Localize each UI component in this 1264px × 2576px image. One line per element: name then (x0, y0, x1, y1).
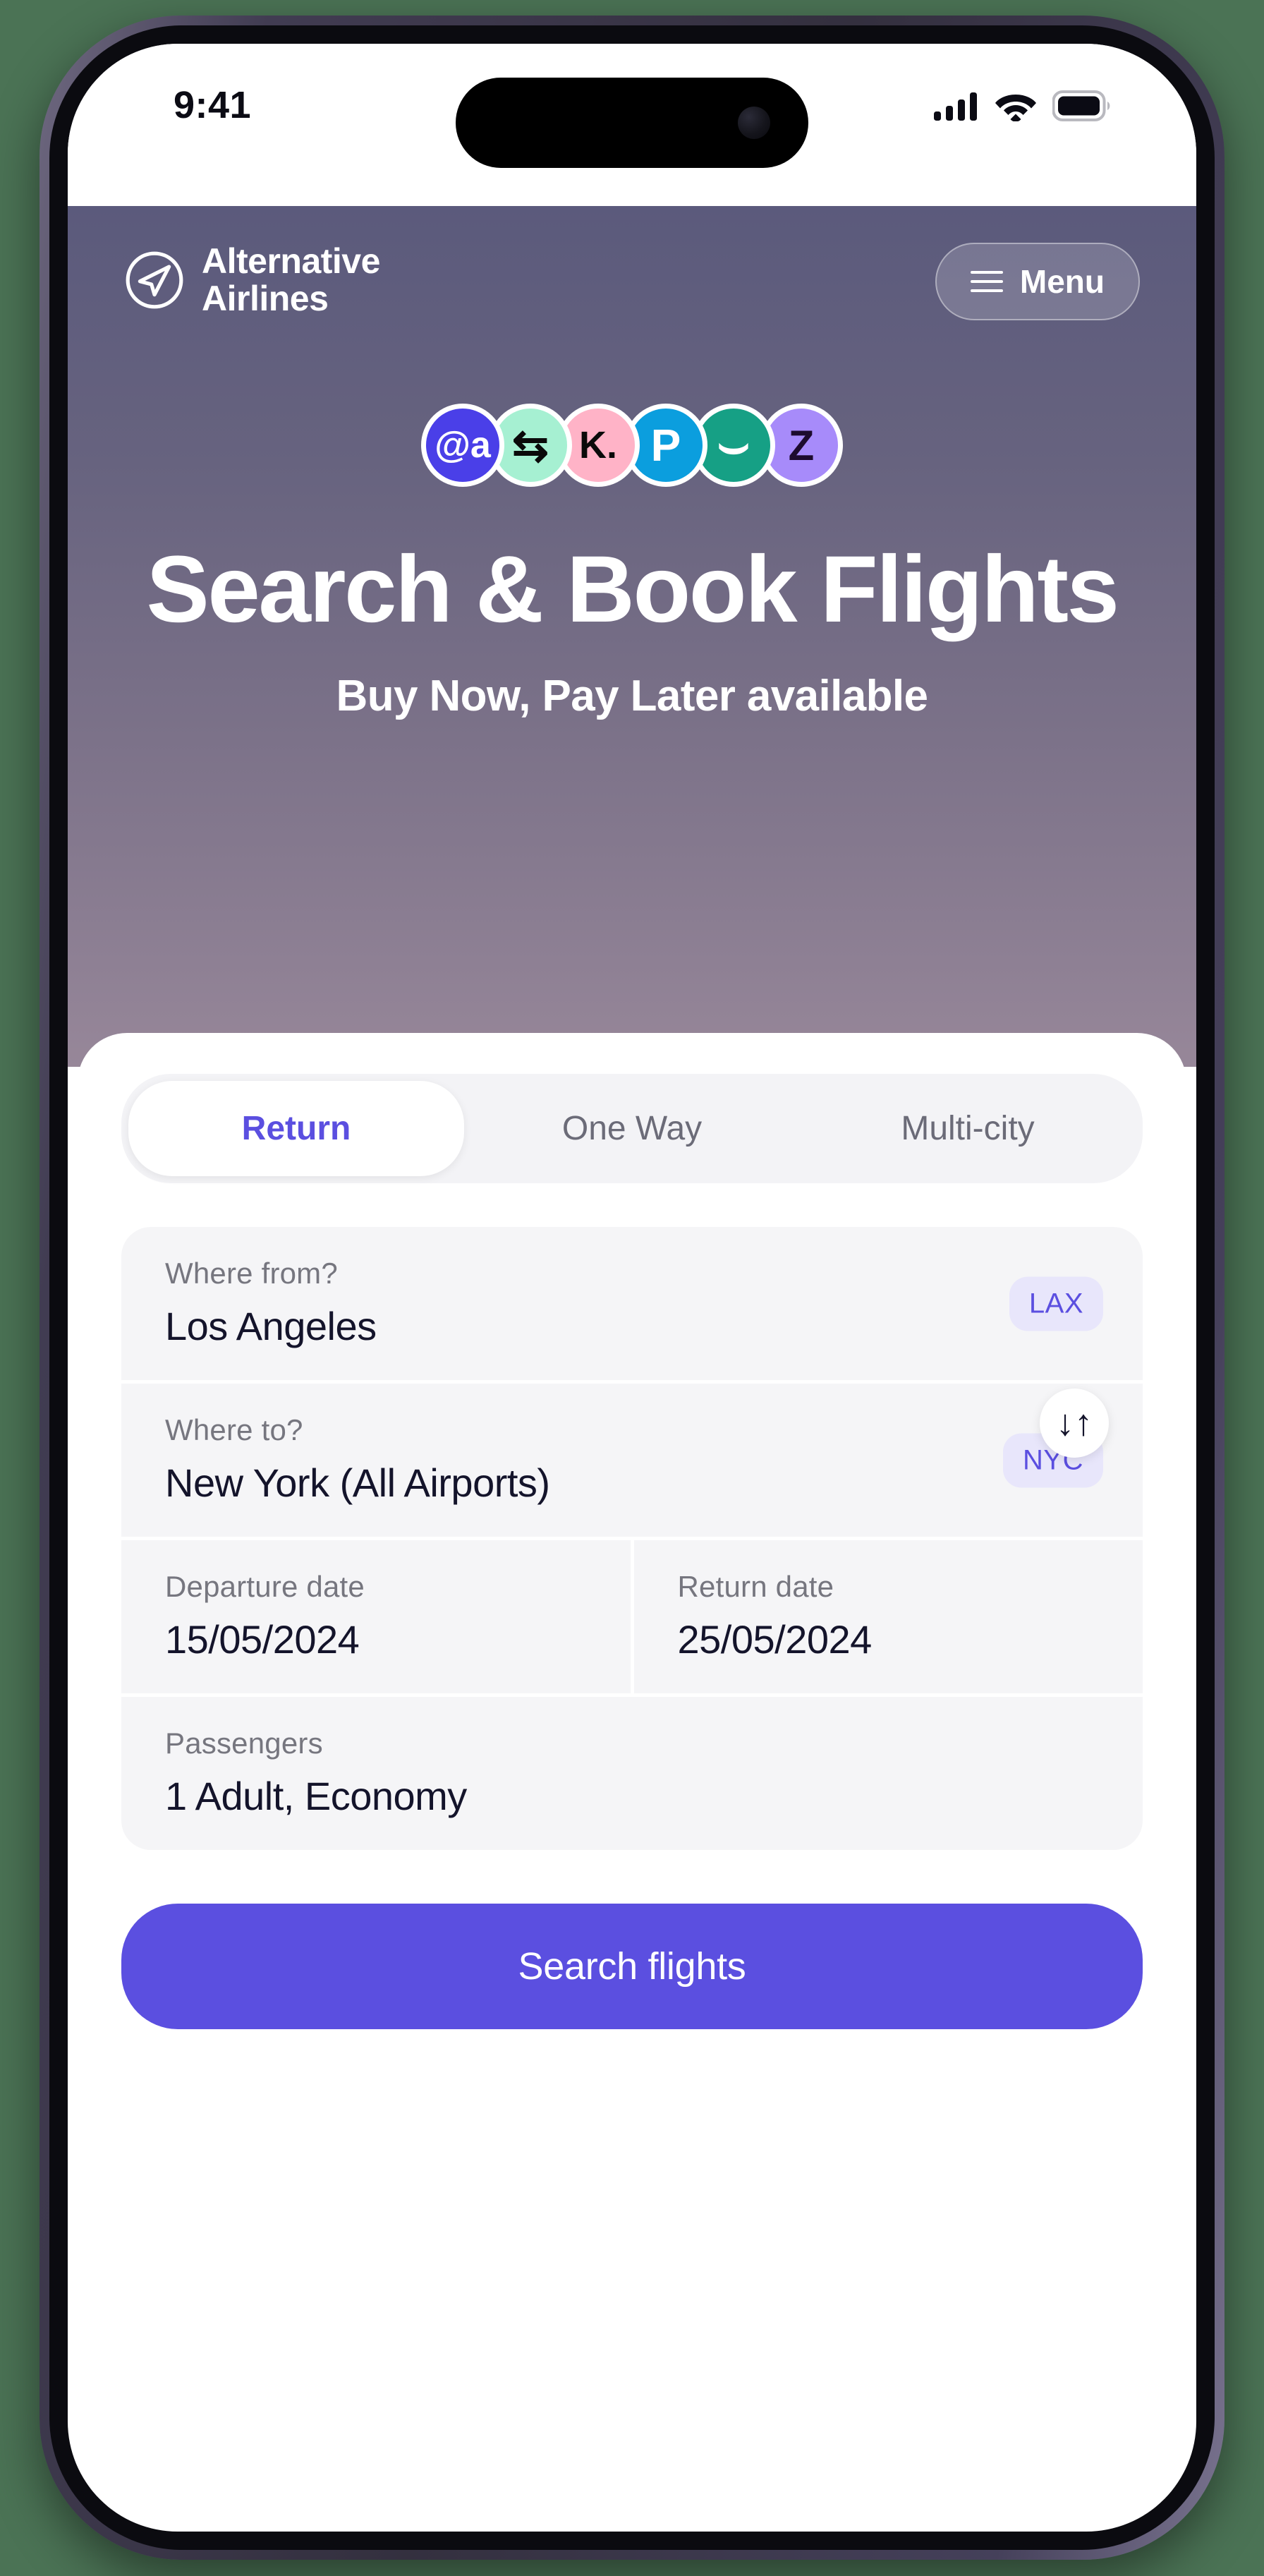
origin-field[interactable]: Where from? Los Angeles LAX (121, 1227, 1143, 1380)
passengers-value: 1 Adult, Economy (165, 1774, 467, 1818)
brand-name-line2: Airlines (202, 279, 329, 318)
app-header: Alternative Airlines Menu (124, 243, 1140, 320)
menu-button-label: Menu (1019, 263, 1105, 300)
swap-locations-button[interactable]: ↓↑ (1040, 1389, 1109, 1458)
tab-multi-city[interactable]: Multi-city (800, 1081, 1136, 1176)
front-camera-icon (738, 107, 770, 139)
brand-logo[interactable]: Alternative Airlines (124, 243, 380, 318)
search-fields: Where from? Los Angeles LAX Where to? Ne… (121, 1227, 1143, 1850)
destination-value: New York (All Airports) (165, 1461, 550, 1505)
menu-button[interactable]: Menu (935, 243, 1140, 320)
brand-name-line1: Alternative (202, 241, 380, 281)
brand-name: Alternative Airlines (202, 243, 380, 318)
return-date-field[interactable]: Return date 25/05/2024 (633, 1540, 1143, 1693)
departure-date-value: 15/05/2024 (165, 1617, 360, 1662)
phone-screen: 9:41 Alternative Airlines Menu @a ⇆ K. P… (68, 44, 1196, 2532)
status-time: 9:41 (174, 84, 252, 126)
trip-type-tabs: Return One Way Multi-city (121, 1074, 1143, 1183)
battery-full-icon (1052, 90, 1110, 121)
date-fields-row: Departure date 15/05/2024 Return date 25… (121, 1540, 1143, 1693)
destination-field[interactable]: Where to? New York (All Airports) NYC (121, 1384, 1143, 1537)
origin-airport-code: LAX (1009, 1276, 1103, 1331)
origin-value: Los Angeles (165, 1304, 377, 1348)
search-flights-button[interactable]: Search flights (121, 1904, 1143, 2029)
tab-one-way[interactable]: One Way (464, 1081, 800, 1176)
status-bar: 9:41 (68, 44, 1196, 206)
page-subtitle: Buy Now, Pay Later available (336, 671, 929, 720)
payment-provider-badges: @a ⇆ K. P ⌣ Z (124, 404, 1140, 487)
screenshot-stage: 9:41 Alternative Airlines Menu @a ⇆ K. P… (0, 0, 1264, 2576)
departure-date-label: Departure date (165, 1570, 365, 1603)
status-icons (934, 86, 1112, 121)
phone-frame: 9:41 Alternative Airlines Menu @a ⇆ K. P… (40, 16, 1224, 2560)
payment-badge-affirm-icon: @a (421, 404, 504, 487)
hamburger-menu-icon (970, 271, 1003, 292)
flight-search-card: Return One Way Multi-city Where from? Los … (78, 1033, 1186, 2029)
return-date-value: 25/05/2024 (677, 1617, 873, 1662)
wifi-icon (995, 95, 1036, 121)
dynamic-island (456, 78, 808, 168)
page-title: Search & Book Flights (146, 537, 1119, 642)
swap-arrows-icon: ↓↑ (1056, 1403, 1093, 1444)
passengers-label: Passengers (165, 1727, 323, 1760)
departure-date-field[interactable]: Departure date 15/05/2024 (121, 1540, 631, 1693)
return-date-label: Return date (677, 1570, 834, 1603)
destination-label: Where to? (165, 1413, 303, 1446)
hero-section: Alternative Airlines Menu @a ⇆ K. P ⌣ Z Searc… (68, 206, 1196, 1067)
paper-plane-circle-icon (126, 251, 183, 309)
cellular-signal-icon (934, 92, 977, 121)
origin-label: Where from? (165, 1257, 338, 1290)
passengers-field[interactable]: Passengers 1 Adult, Economy (121, 1697, 1143, 1850)
tab-return[interactable]: Return (128, 1081, 464, 1176)
